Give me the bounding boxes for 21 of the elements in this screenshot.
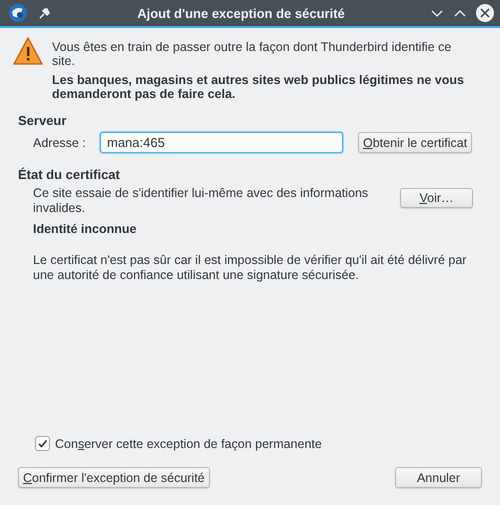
status-message: Ce site essaie de s'identifier lui-même avec des informations invalides.: [33, 186, 370, 216]
address-label: Adresse :: [33, 136, 87, 150]
warning-text: Vous êtes en train de passer outre la façon dont Thunderbird identifie ce site.: [52, 40, 452, 68]
window-title: Ajout d'une exception de sécurité: [136, 6, 346, 20]
close-icon[interactable]: [476, 4, 494, 22]
section-heading: Serveur: [18, 113, 68, 128]
checkmark-icon: [37, 438, 48, 449]
confirm-button[interactable]: Confirmer l'exception de sécurité: [18, 467, 210, 488]
warning-emphasis: Les banques, magasins et autres sites web publics légitimes ne vous demanderont pas de faire cela.: [52, 73, 465, 101]
fetch-certificate-button[interactable]: Obtenir le certificat: [358, 132, 472, 153]
checkbox-label[interactable]: Conserver cette exception de façon permanente: [55, 436, 322, 450]
problem-text: Le certificat n'est pas sûr car il est impossible de vérifier qu'il ait été délivré par une autorité de confiance utilisant une signature sécurisée.: [33, 253, 468, 283]
section-heading: État du certificat: [18, 167, 121, 182]
pin-icon[interactable]: [38, 6, 52, 20]
view-button[interactable]: Voir…: [400, 188, 473, 208]
cancel-button[interactable]: Annuler: [395, 467, 482, 488]
problem-title: Identité inconnue: [33, 222, 138, 236]
app-icon[interactable]: [8, 3, 28, 23]
address-field[interactable]: mana:465: [100, 132, 343, 153]
warning-icon: [12, 36, 44, 66]
checkbox[interactable]: [35, 436, 50, 451]
